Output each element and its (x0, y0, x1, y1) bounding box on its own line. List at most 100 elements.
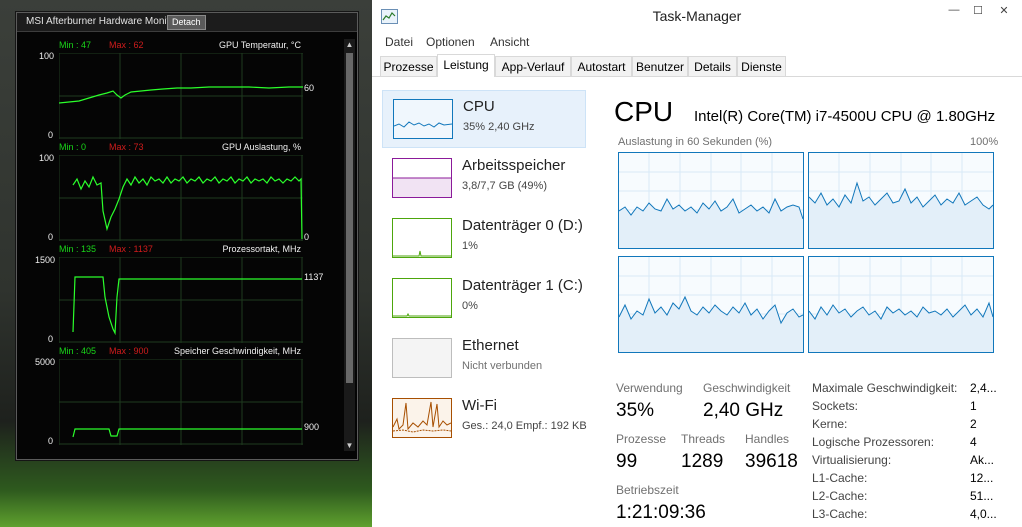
perf-item-disk-0[interactable]: Datenträger 0 (D:) 1% (382, 210, 586, 268)
graph-max: Max : 1137 (109, 244, 153, 254)
core-graph-2-plot (808, 153, 994, 248)
axis-bottom: 0 (48, 334, 54, 344)
stat-processes: 99 (616, 451, 638, 472)
tab-autostart[interactable]: Autostart (571, 56, 632, 76)
minimize-icon[interactable]: — (942, 4, 966, 16)
perf-item-memory[interactable]: Arbeitsspeicher 3,8/7,7 GB (49%) (382, 150, 586, 208)
stat-handles: 39618 (745, 451, 798, 472)
current-value: 0 (304, 232, 310, 242)
tab-leistung[interactable]: Leistung (437, 54, 495, 77)
tab-details[interactable]: Details (688, 56, 737, 76)
axis-bottom: 0 (48, 130, 54, 140)
stat-threads: 1289 (681, 451, 724, 472)
stat-label-speed: Geschwindigkeit (703, 381, 791, 395)
perf-item-label: Ethernet (462, 337, 519, 354)
graph-title: GPU Temperatur, °C (219, 40, 301, 50)
menu-ansicht[interactable]: Ansicht (490, 35, 529, 49)
disk0-thumbnail (392, 218, 452, 258)
msi-titlebar[interactable]: MSI Afterburner Hardware Monitor Detach (17, 13, 357, 32)
tab-prozesse[interactable]: Prozesse (380, 56, 437, 76)
detail-heading: CPU (614, 96, 674, 127)
core-graph-3-plot (618, 257, 804, 352)
disk1-thumbnail-graph (393, 312, 451, 317)
menu-datei[interactable]: Datei (385, 35, 413, 49)
chart-label: Auslastung in 60 Sekunden (%) (618, 136, 773, 148)
graph-header-gpu-temp: Min : 47 Max : 62 GPU Temperatur, °C (59, 40, 301, 52)
axis-bottom: 0 (48, 232, 54, 242)
spec-label: L2-Cache: (812, 489, 868, 503)
memory-thumbnail-graph (393, 177, 451, 197)
graph-header-memory-clock: Min : 405 Max : 900 Speicher Geschwindig… (59, 346, 301, 358)
perf-item-label: CPU (463, 98, 495, 115)
detach-button[interactable]: Detach (167, 15, 206, 30)
axis-bottom: 0 (48, 436, 54, 446)
stat-label-uptime: Betriebszeit (616, 483, 679, 497)
graph-title: Prozessortakt, MHz (222, 244, 301, 254)
perf-item-sub: Ges.: 24,0 Empf.: 192 KB (462, 420, 587, 432)
cpu-clock-graph (59, 257, 303, 343)
msi-title: MSI Afterburner Hardware Monitor (26, 16, 179, 27)
perf-item-disk-1[interactable]: Datenträger 1 (C:) 0% (382, 270, 586, 328)
wifi-thumbnail-graph (392, 401, 452, 433)
msi-scrollbar[interactable]: ▲ ▼ (344, 39, 355, 451)
spec-value: 2 (970, 417, 977, 431)
stat-label-usage: Verwendung (616, 381, 683, 395)
graph-header-cpu-clock: Min : 135 Max : 1137 Prozessortakt, MHz (59, 244, 301, 256)
graph-max: Max : 900 (109, 346, 149, 356)
perf-item-cpu[interactable]: CPU 35% 2,40 GHz (382, 90, 586, 148)
perf-item-label: Datenträger 0 (D:) (462, 217, 583, 234)
stat-usage: 35% (616, 400, 655, 421)
disk0-thumbnail-graph (393, 250, 451, 257)
spec-label: Logische Prozessoren: (812, 435, 935, 449)
spec-value: 2,4... (970, 381, 997, 395)
core-graph-3 (618, 256, 804, 353)
perf-item-wifi[interactable]: Wi-Fi Ges.: 24,0 Empf.: 192 KB (382, 390, 587, 448)
memory-clock-graph (59, 359, 303, 445)
window-title: Task-Manager (652, 8, 742, 24)
spec-label: Virtualisierung: (812, 453, 892, 467)
current-value: 60 (304, 83, 315, 93)
scroll-up-icon[interactable]: ▲ (344, 39, 355, 50)
graph-title: GPU Auslastung, % (221, 142, 301, 152)
scroll-down-icon[interactable]: ▼ (344, 440, 355, 451)
stat-label-handles: Handles (745, 432, 790, 446)
axis-top: 100 (39, 51, 55, 61)
current-value: 1137 (304, 272, 324, 282)
perf-item-ethernet[interactable]: Ethernet Nicht verbunden (382, 330, 586, 388)
stat-uptime: 1:21:09:36 (616, 502, 706, 523)
maximize-icon[interactable]: ☐ (966, 4, 990, 17)
graph-min: Min : 405 (59, 346, 97, 356)
disk1-thumbnail (392, 278, 452, 318)
stat-label-threads: Threads (681, 432, 726, 446)
core-graph-1-plot (618, 153, 804, 248)
graph-min: Min : 47 (59, 40, 92, 50)
graph-header-gpu-load: Min : 0 Max : 73 GPU Auslastung, % (59, 142, 301, 154)
task-manager-window: Task-Manager — ☐ ✕ Datei Optionen Ansich… (372, 0, 1022, 527)
close-icon[interactable]: ✕ (992, 4, 1016, 17)
tab-dienste[interactable]: Dienste (737, 56, 786, 76)
wifi-thumbnail (392, 398, 452, 438)
perf-item-sub: Nicht verbunden (462, 360, 543, 372)
spec-value: 4 (970, 435, 977, 449)
menu-optionen[interactable]: Optionen (426, 35, 475, 49)
memory-thumbnail (392, 158, 452, 198)
axis-top: 5000 (35, 357, 56, 367)
spec-label: Kerne: (812, 417, 848, 431)
spec-label: Maximale Geschwindigkeit: (812, 381, 958, 395)
gpu-load-graph (59, 155, 303, 241)
perf-item-sub: 35% 2,40 GHz (463, 121, 535, 133)
perf-item-label: Datenträger 1 (C:) (462, 277, 583, 294)
spec-label: L3-Cache: (812, 507, 868, 521)
axis-top: 1500 (35, 255, 56, 265)
tab-benutzer[interactable]: Benutzer (632, 56, 688, 76)
scrollbar-thumb[interactable] (346, 53, 353, 383)
tm-titlebar[interactable]: Task-Manager — ☐ ✕ (372, 0, 1022, 32)
core-graph-1 (618, 152, 804, 249)
tab-app-verlauf[interactable]: App-Verlauf (495, 56, 571, 76)
spec-value: Ak... (970, 453, 995, 467)
perf-item-sub: 0% (462, 300, 478, 312)
menu-bar: Datei Optionen Ansicht (372, 32, 1022, 52)
spec-value: 1 (970, 399, 977, 413)
graph-max: Max : 73 (109, 142, 144, 152)
tab-bar: Prozesse Leistung App-Verlauf Autostart … (372, 54, 1022, 77)
